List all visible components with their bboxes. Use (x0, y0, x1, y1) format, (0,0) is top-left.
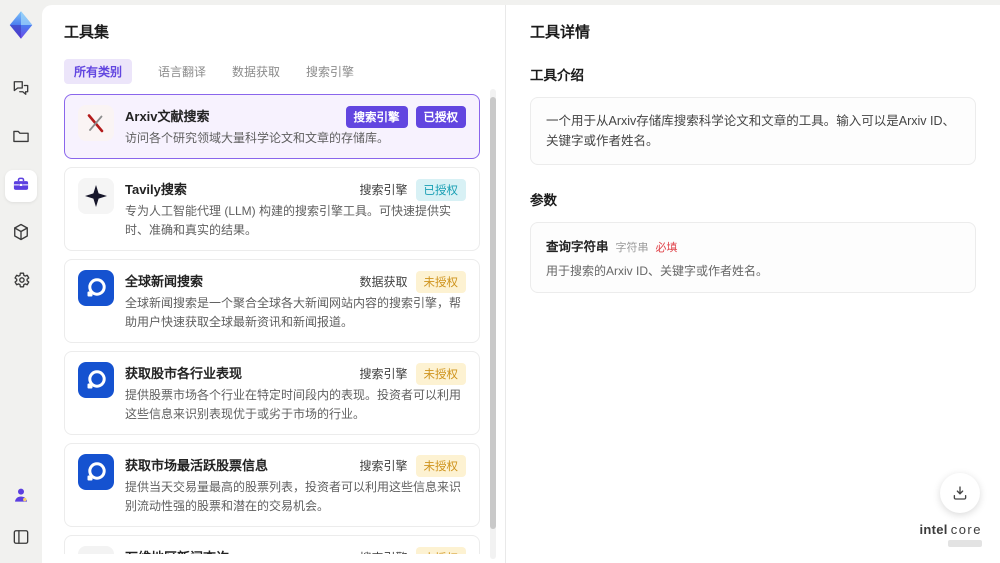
tool-card-2[interactable]: 全球新闻搜索 全球新闻搜索是一个聚合全球各大新闻网站内容的搜索引擎，帮助用户快速获… (64, 258, 480, 343)
tab-category-1[interactable]: 语言翻译 (158, 63, 206, 80)
auth-status-badge: 未授权 (415, 454, 466, 477)
tool-description: 专为人工智能代理 (LLM) 构建的搜索引擎工具。可快速提供实时、准确和真实的结… (125, 203, 452, 237)
rail-item-folder-icon[interactable] (5, 122, 37, 154)
chat-icon (11, 78, 31, 103)
download-button[interactable] (940, 473, 980, 513)
folder-icon (11, 126, 31, 151)
arxiv-icon (78, 105, 114, 141)
tab-category-3[interactable]: 搜索引擎 (306, 63, 354, 80)
tab-category-0[interactable]: 所有类别 (64, 58, 133, 84)
tool-description: 提供股票市场各个行业在特定时间段内的表现。投资者可以利用这些信息来识别表现优于或… (125, 387, 462, 421)
tool-description: 提供当天交易量最高的股票列表，投资者可以利用这些信息来识别流动性强的股票和潜在的… (125, 479, 462, 513)
app-root: 工具集 所有类别 语言翻译 数据获取 搜索引擎 Arxiv文献搜索 访问各个研究领域大量… (0, 0, 1000, 563)
param-required-flag: 必填 (655, 242, 678, 254)
tool-card-5[interactable]: 万维地区新闻查询查询具体行政区划内的新闻，快速了解各地新闻动搜索引擎未授权 (64, 534, 480, 554)
detail-title: 工具详情 (530, 24, 591, 41)
param-type: 字符串 (615, 242, 649, 254)
category-label: 搜索引擎 (359, 367, 408, 382)
avatar-icon (11, 485, 31, 510)
main-content: 工具集 所有类别 语言翻译 数据获取 搜索引擎 Arxiv文献搜索 访问各个研究领域大量… (42, 5, 1000, 563)
tab-category-2[interactable]: 数据获取 (232, 63, 280, 80)
gear-icon (11, 270, 31, 295)
params-heading: 参数 (530, 193, 557, 208)
tool-card-1[interactable]: Tavily搜索 专为人工智能代理 (LLM) 构建的搜索引擎工具。可快速提供实时… (64, 166, 480, 251)
brand-intel: intel (919, 522, 948, 537)
download-icon (953, 486, 967, 500)
blue-globe-icon (78, 269, 114, 306)
list-scrollbar (490, 89, 496, 559)
category-label: 搜索引擎 (359, 183, 408, 198)
param-row: 查询字符串 字符串 必填用于搜索的Arxiv ID、关键字或作者姓名。 (546, 236, 960, 279)
tool-description: 访问各个研究领域大量科学论文和文章的存储库。 (125, 131, 390, 145)
intro-heading: 工具介绍 (530, 68, 584, 83)
tool-card-0[interactable]: Arxiv文献搜索 访问各个研究领域大量科学论文和文章的存储库。 搜索引擎 已授权 (64, 94, 480, 159)
param-name: 查询字符串 (546, 240, 609, 254)
category-label: 搜索引擎 (359, 459, 408, 474)
tool-intro-text: 一个用于从Arxiv存储库搜索科学论文和文章的工具。输入可以是Arxiv ID、… (546, 114, 956, 148)
page-title: 工具集 (64, 24, 110, 41)
auth-status-badge: 已授权 (415, 106, 466, 128)
param-description: 用于搜索的Arxiv ID、关键字或作者姓名。 (546, 264, 769, 278)
region-news-icon (78, 545, 114, 554)
left-rail (0, 0, 42, 563)
tool-intro-box: 一个用于从Arxiv存储库搜索科学论文和文章的工具。输入可以是Arxiv ID、… (530, 97, 976, 165)
auth-status-badge: 未授权 (415, 362, 466, 385)
rail-item-briefcase-icon[interactable] (5, 170, 37, 202)
category-label: 数据获取 (359, 275, 408, 290)
auth-status-badge: 未授权 (415, 546, 466, 554)
tool-detail-panel: 工具详情 工具介绍 一个用于从Arxiv存储库搜索科学论文和文章的工具。输入可以… (505, 5, 1000, 563)
category-badge: 搜索引擎 (345, 106, 408, 128)
tool-list-panel: 工具集 所有类别 语言翻译 数据获取 搜索引擎 Arxiv文献搜索 访问各个研究领域大量… (42, 5, 505, 563)
auth-status-badge: 未授权 (415, 270, 466, 293)
briefcase-icon (11, 174, 31, 199)
tool-description: 全球新闻搜索是一个聚合全球各大新闻网站内容的搜索引擎，帮助用户快速获取全球最新资… (125, 295, 462, 329)
collapse-panel-icon (11, 527, 31, 552)
rail-item-chat-icon[interactable] (5, 74, 37, 106)
params-box: 查询字符串 字符串 必填用于搜索的Arxiv ID、关键字或作者姓名。 (530, 222, 976, 293)
brand-core: core (950, 522, 982, 537)
app-logo-icon[interactable] (6, 10, 36, 40)
tool-card-3[interactable]: 获取股市各行业表现 提供股票市场各个行业在特定时间段内的表现。投资者可以利用这些信… (64, 350, 480, 435)
intel-core-brand: intel core (919, 522, 982, 547)
tool-card-4[interactable]: 获取市场最活跃股票信息 提供当天交易量最高的股票列表，投资者可以利用这些信息来识别… (64, 442, 480, 527)
tavily-icon (78, 177, 114, 214)
rail-item-gear-icon[interactable] (5, 266, 37, 298)
brand-sub-mark (948, 540, 982, 547)
scrollbar-thumb[interactable] (490, 97, 496, 530)
auth-status-badge: 已授权 (415, 178, 466, 201)
tool-card-list: Arxiv文献搜索 访问各个研究领域大量科学论文和文章的存储库。 搜索引擎 已授权 Ta… (64, 94, 480, 554)
blue-globe-icon (78, 453, 114, 490)
rail-item-avatar-icon[interactable] (5, 481, 37, 513)
category-label: 搜索引擎 (359, 549, 407, 554)
category-tabs: 所有类别 语言翻译 数据获取 搜索引擎 (64, 58, 505, 84)
rail-item-collapse-panel-icon[interactable] (5, 523, 37, 555)
blue-globe-icon (78, 361, 114, 398)
cube-icon (11, 222, 31, 247)
rail-item-cube-icon[interactable] (5, 218, 37, 250)
